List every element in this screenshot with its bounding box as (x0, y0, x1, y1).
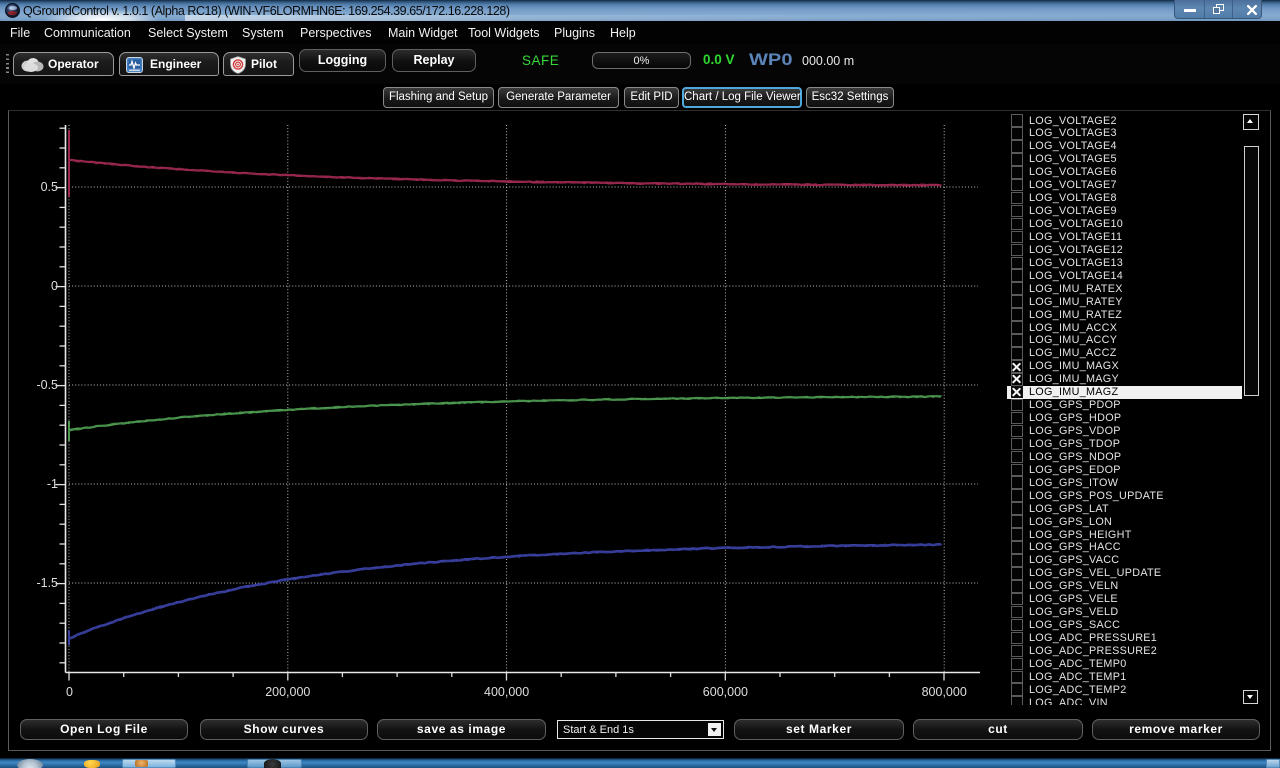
svg-text:-1: -1 (47, 477, 58, 491)
svg-text:-0.5: -0.5 (36, 378, 58, 392)
svg-text:-1.5: -1.5 (36, 576, 58, 590)
svg-text:800,000: 800,000 (922, 685, 967, 699)
svg-text:0.5: 0.5 (41, 180, 58, 194)
svg-text:0: 0 (51, 279, 58, 293)
svg-text:600,000: 600,000 (703, 685, 748, 699)
svg-text:200,000: 200,000 (265, 685, 310, 699)
svg-text:400,000: 400,000 (484, 685, 529, 699)
svg-text:0: 0 (66, 685, 73, 699)
